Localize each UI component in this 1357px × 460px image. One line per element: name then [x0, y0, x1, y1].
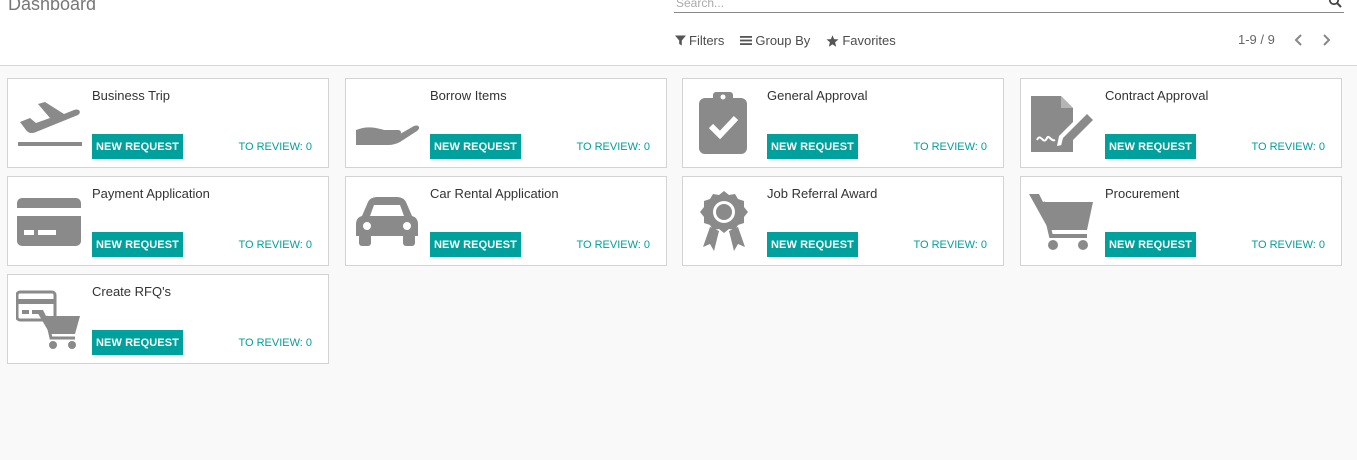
group-by-button[interactable]: Group By [740, 33, 810, 48]
card-title[interactable]: Procurement [1105, 186, 1179, 201]
new-request-button[interactable]: NEW REQUEST [92, 134, 183, 159]
list-icon [740, 36, 753, 45]
card-title[interactable]: Borrow Items [430, 88, 507, 103]
car-icon [354, 189, 420, 255]
search-icon[interactable] [1328, 0, 1342, 8]
breadcrumb[interactable]: Dashboard [8, 0, 96, 15]
card-title[interactable]: Job Referral Award [767, 186, 877, 201]
card-title[interactable]: Car Rental Application [430, 186, 559, 201]
shopping-cart-icon [1029, 189, 1095, 255]
to-review-link[interactable]: TO REVIEW: 0 [576, 239, 650, 251]
credit-card-icon [16, 189, 82, 255]
to-review-link[interactable]: TO REVIEW: 0 [238, 239, 312, 251]
to-review-link[interactable]: TO REVIEW: 0 [576, 141, 650, 153]
approval-card-create-rfqs[interactable]: Create RFQ's NEW REQUEST TO REVIEW: 0 [7, 274, 329, 364]
to-review-link[interactable]: TO REVIEW: 0 [913, 239, 987, 251]
clipboard-check-icon [691, 91, 757, 157]
hand-open-icon [354, 91, 420, 157]
new-request-button[interactable]: NEW REQUEST [92, 330, 183, 355]
favorites-button[interactable]: Favorites [826, 33, 896, 48]
card-title[interactable]: General Approval [767, 88, 867, 103]
to-review-link[interactable]: TO REVIEW: 0 [238, 141, 312, 153]
star-icon [826, 34, 839, 47]
pager-previous-icon[interactable] [1293, 33, 1305, 47]
filters-label: Filters [689, 33, 725, 48]
card-title[interactable]: Business Trip [92, 88, 170, 103]
new-request-button[interactable]: NEW REQUEST [1105, 134, 1196, 159]
card-cart-icon [16, 287, 82, 353]
card-title[interactable]: Create RFQ's [92, 284, 171, 299]
search-input[interactable] [676, 0, 1316, 11]
new-request-button[interactable]: NEW REQUEST [767, 134, 858, 159]
group-by-label: Group By [755, 33, 811, 48]
approval-card-business-trip[interactable]: Business Trip NEW REQUEST TO REVIEW: 0 [7, 78, 329, 168]
control-panel: Dashboard Filters Group By Fav [0, 0, 1357, 66]
search-bar [674, 0, 1344, 13]
filters-button[interactable]: Filters [675, 33, 724, 48]
new-request-button[interactable]: NEW REQUEST [767, 232, 858, 257]
approval-card-payment-application[interactable]: Payment Application NEW REQUEST TO REVIE… [7, 176, 329, 266]
award-icon [691, 189, 757, 255]
approval-card-contract-approval[interactable]: Contract Approval NEW REQUEST TO REVIEW:… [1020, 78, 1342, 168]
new-request-button[interactable]: NEW REQUEST [430, 232, 521, 257]
plane-departure-icon [16, 91, 82, 157]
to-review-link[interactable]: TO REVIEW: 0 [913, 141, 987, 153]
to-review-link[interactable]: TO REVIEW: 0 [238, 337, 312, 349]
approval-card-job-referral-award[interactable]: Job Referral Award NEW REQUEST TO REVIEW… [682, 176, 1004, 266]
new-request-button[interactable]: NEW REQUEST [1105, 232, 1196, 257]
card-title[interactable]: Contract Approval [1105, 88, 1208, 103]
to-review-link[interactable]: TO REVIEW: 0 [1251, 239, 1325, 251]
card-title[interactable]: Payment Application [92, 186, 210, 201]
approval-card-car-rental-application[interactable]: Car Rental Application NEW REQUEST TO RE… [345, 176, 667, 266]
new-request-button[interactable]: NEW REQUEST [92, 232, 183, 257]
filter-icon [675, 35, 686, 46]
approval-card-borrow-items[interactable]: Borrow Items NEW REQUEST TO REVIEW: 0 [345, 78, 667, 168]
pager-value[interactable]: 1-9 / 9 [1238, 32, 1275, 47]
new-request-button[interactable]: NEW REQUEST [430, 134, 521, 159]
approval-card-general-approval[interactable]: General Approval NEW REQUEST TO REVIEW: … [682, 78, 1004, 168]
to-review-link[interactable]: TO REVIEW: 0 [1251, 141, 1325, 153]
favorites-label: Favorites [842, 33, 896, 48]
approval-card-procurement[interactable]: Procurement NEW REQUEST TO REVIEW: 0 [1020, 176, 1342, 266]
pager-next-icon[interactable] [1320, 33, 1332, 47]
file-signature-icon [1029, 91, 1095, 157]
search-options: Filters Group By Favorites [675, 33, 896, 48]
